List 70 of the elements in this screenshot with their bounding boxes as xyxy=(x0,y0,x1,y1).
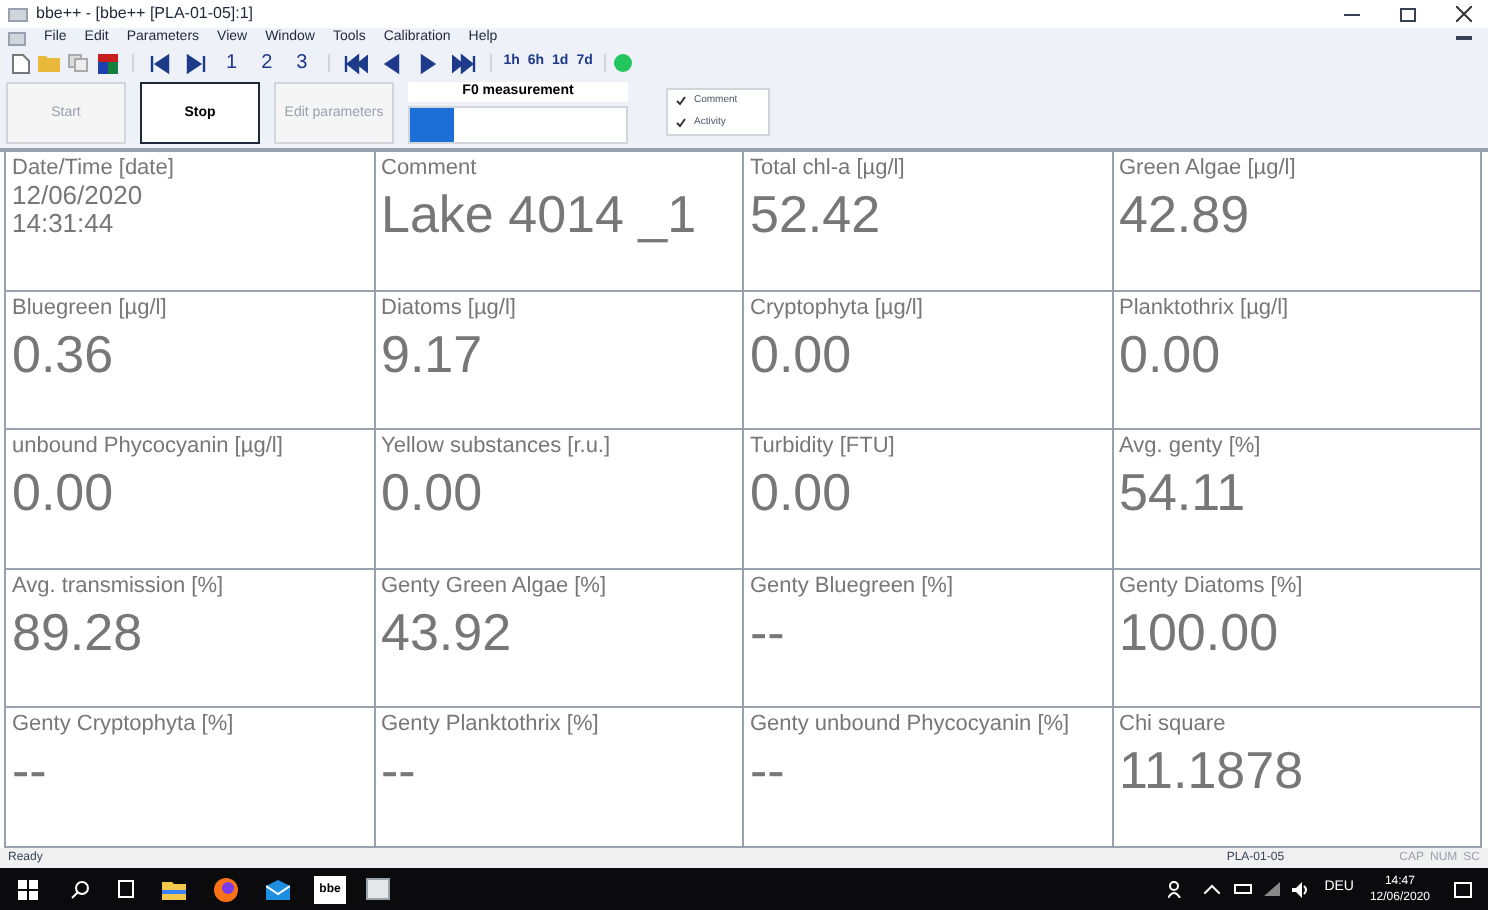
cell-label: Green Algae [µg/l] xyxy=(1119,156,1298,182)
mail-icon[interactable] xyxy=(266,879,290,899)
chevron-up-icon[interactable] xyxy=(1204,884,1221,894)
cell-value: -- xyxy=(750,599,787,664)
window-title: bbe++ - [bbe++ [PLA-01-05]:1] xyxy=(36,2,254,26)
cell-value: 11.1878 xyxy=(1119,738,1306,803)
people-icon[interactable] xyxy=(1168,880,1187,898)
app-icon xyxy=(8,7,28,21)
cell-value: 9.17 xyxy=(381,321,485,386)
rewind-icon[interactable] xyxy=(343,51,368,75)
folder-icon[interactable] xyxy=(162,879,186,899)
cell-value: 52.42 xyxy=(750,182,883,246)
cell-value: 100.00 xyxy=(1119,599,1281,664)
page-button[interactable]: 1 xyxy=(226,48,238,78)
cell-value: Lake 4014 _1 xyxy=(381,182,699,246)
cell-value: 12/06/2020 xyxy=(12,182,145,210)
new-file-icon[interactable] xyxy=(12,53,30,73)
cell-value: 0.00 xyxy=(12,460,116,525)
skip-forward-icon[interactable] xyxy=(184,51,208,75)
cell-label: Genty Cryptophyta [%] xyxy=(12,712,236,739)
page-button[interactable]: 3 xyxy=(296,48,308,78)
cell-value: -- xyxy=(12,738,49,803)
document-icon xyxy=(8,32,26,46)
cell-value: 0.36 xyxy=(12,321,116,386)
windows-icon[interactable] xyxy=(18,879,38,899)
notification-icon[interactable] xyxy=(1454,881,1472,897)
cell-value: 43.92 xyxy=(381,599,514,664)
task-view-icon[interactable] xyxy=(118,880,134,898)
checkbox[interactable] xyxy=(676,118,686,128)
browser-icon[interactable] xyxy=(214,877,238,901)
cell-label: Cryptophyta [µg/l] xyxy=(750,295,925,322)
cell-value: 54.11 xyxy=(1119,460,1248,525)
page-button[interactable]: 2 xyxy=(261,48,273,78)
cell-label: Genty unbound Phycocyanin [%] xyxy=(750,712,1072,739)
cell-value: 89.28 xyxy=(12,599,145,664)
cell-label: Turbidity [FTU] xyxy=(750,434,897,461)
cell-label: Bluegreen [µg/l] xyxy=(12,295,169,322)
cell-value: 0.00 xyxy=(750,321,854,386)
cell-value: 14:31:44 xyxy=(12,210,116,238)
cell-value: -- xyxy=(750,738,787,803)
speaker-icon[interactable] xyxy=(1292,881,1311,897)
cell-value: 42.89 xyxy=(1119,182,1252,246)
minimize-icon[interactable] xyxy=(1344,13,1360,15)
cell-label: Genty Diatoms [%] xyxy=(1119,573,1305,600)
search-icon[interactable] xyxy=(70,879,90,899)
cell-value: 0.00 xyxy=(750,460,854,525)
cell-label: Date/Time [date] xyxy=(12,156,176,182)
skip-back-icon[interactable] xyxy=(148,51,172,75)
cell-label: Chi square xyxy=(1119,712,1228,739)
cell-label: Diatoms [µg/l] xyxy=(381,295,518,322)
checkbox[interactable] xyxy=(676,96,686,106)
cell-value: 0.00 xyxy=(1119,321,1223,386)
close-icon[interactable] xyxy=(1456,6,1472,22)
cell-value: 0.00 xyxy=(381,460,485,525)
cell-label: Genty Green Algae [%] xyxy=(381,573,609,600)
cell-label: Comment xyxy=(381,156,479,182)
cell-label: Genty Planktothrix [%] xyxy=(381,712,601,739)
cell-label: Avg. transmission [%] xyxy=(12,573,226,600)
cell-label: Planktothrix [µg/l] xyxy=(1119,295,1291,322)
cell-label: Total chl-a [µg/l] xyxy=(750,156,907,182)
maximize-icon[interactable] xyxy=(1400,7,1416,21)
cell-label: Genty Bluegreen [%] xyxy=(750,573,956,600)
battery-icon[interactable] xyxy=(1234,884,1253,894)
cell-label: Yellow substances [r.u.] xyxy=(381,434,613,461)
color-chart-icon[interactable] xyxy=(98,53,118,73)
cell-value: -- xyxy=(381,738,418,803)
cell-label: Avg. genty [%] xyxy=(1119,434,1263,461)
cell-label: unbound Phycocyanin [µg/l] xyxy=(12,434,285,461)
fast-forward-icon[interactable] xyxy=(451,51,476,75)
restore-icon[interactable] xyxy=(1456,35,1472,43)
